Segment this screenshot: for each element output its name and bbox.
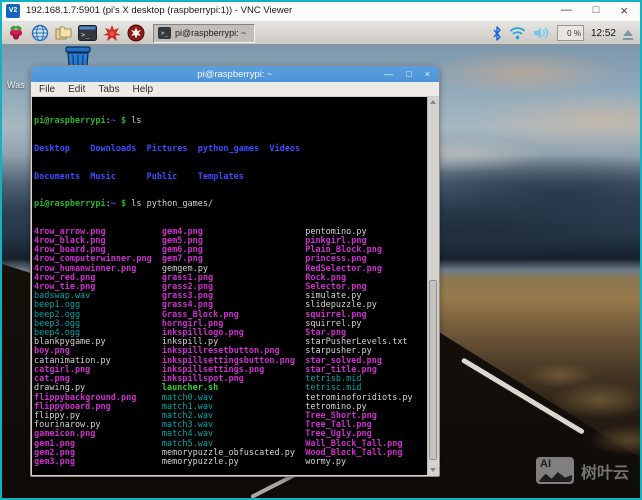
terminal-window-title: pi@raspberrypi: ~: [31, 69, 439, 80]
terminal-scrollbar[interactable]: [427, 97, 438, 475]
taskbar: >_ >_ pi@raspberrypi: ~: [0, 22, 642, 45]
file-row: gem3.pngmemorypuzzle.pywormy.py: [34, 458, 426, 467]
file-name: memorypuzzle.py: [162, 458, 305, 467]
menu-help[interactable]: Help: [132, 84, 162, 95]
web-browser-icon[interactable]: [29, 23, 50, 43]
vnc-window-title: 192.168.1.7:5901 (pi's X desktop (raspbe…: [26, 5, 292, 16]
terminal-launcher-icon[interactable]: >_: [77, 23, 98, 43]
raspberry-menu-icon[interactable]: [5, 23, 26, 43]
wastebasket-label[interactable]: Was: [7, 80, 25, 90]
desktop: Was pi@raspberrypi: ~ — □ × File Edit Ta…: [0, 45, 642, 500]
menu-edit[interactable]: Edit: [68, 84, 94, 95]
prompt-line: pi@raspberrypi:~ $ ls: [34, 117, 426, 126]
terminal-menubar: File Edit Tabs Help: [31, 82, 439, 97]
vnc-minimize-button[interactable]: —: [561, 5, 572, 16]
scrollbar-up-arrow[interactable]: [428, 97, 438, 107]
terminal-maximize-button[interactable]: □: [406, 66, 411, 82]
terminal-mini-icon: >_: [158, 27, 171, 39]
file-row: cat.pnginkspillspot.pngtetrisb.mid: [34, 375, 426, 384]
system-tray: 0 % 12:52: [492, 25, 637, 41]
file-name: wormy.py: [305, 458, 346, 467]
cpu-monitor[interactable]: 0 %: [557, 25, 584, 41]
watermark-label: 树叶云: [581, 459, 629, 483]
dir-listing-line: Desktop Downloads Pictures python_games …: [34, 145, 426, 154]
volume-icon[interactable]: [533, 26, 550, 40]
terminal-window: pi@raspberrypi: ~ — □ × File Edit Tabs H…: [30, 65, 440, 477]
mathematica-icon[interactable]: [101, 23, 122, 43]
file-row: beep2.oggGrass_Block.pngsquirrel.png: [34, 311, 426, 320]
vnc-titlebar: V2 192.168.1.7:5901 (pi's X desktop (ras…: [0, 0, 642, 22]
clock[interactable]: 12:52: [591, 28, 616, 39]
terminal-close-button[interactable]: ×: [425, 66, 430, 82]
mountain-icon: [538, 471, 572, 482]
taskbar-window-label: pi@raspberrypi: ~: [175, 28, 246, 38]
watermark: AI 树叶云: [536, 457, 629, 484]
scrollbar-down-arrow[interactable]: [428, 465, 438, 475]
eject-icon[interactable]: [623, 30, 633, 36]
prompt-line: pi@raspberrypi:~ $ ls python_games/: [34, 200, 426, 209]
wolfram-icon[interactable]: [125, 23, 146, 43]
file-name: gem3.png: [34, 458, 162, 467]
bluetooth-icon[interactable]: [492, 26, 502, 41]
file-grid: 4row_arrow.pnggem4.pngpentomino.py4row_b…: [34, 228, 426, 467]
menu-tabs[interactable]: Tabs: [98, 84, 128, 95]
terminal-titlebar[interactable]: pi@raspberrypi: ~ — □ ×: [31, 66, 439, 82]
vnc-logo-icon: V2: [6, 4, 20, 18]
taskbar-window-button[interactable]: >_ pi@raspberrypi: ~: [153, 24, 255, 43]
terminal-content[interactable]: pi@raspberrypi:~ $ ls Desktop Downloads …: [31, 97, 439, 475]
scrollbar-thumb[interactable]: [429, 280, 437, 460]
svg-text:>_: >_: [81, 31, 90, 39]
file-manager-icon[interactable]: [53, 23, 74, 43]
menu-file[interactable]: File: [39, 84, 64, 95]
file-row: 4row_tie.pnggrass2.pngSelector.png: [34, 283, 426, 292]
vnc-close-button[interactable]: ×: [620, 4, 628, 17]
terminal-minimize-button[interactable]: —: [384, 66, 393, 82]
watermark-logo-icon: AI: [536, 457, 574, 484]
terminal-text: pi@raspberrypi:~ $ ls Desktop Downloads …: [34, 99, 426, 477]
vnc-maximize-button[interactable]: □: [593, 5, 600, 16]
dir-listing-line: Documents Music Public Templates: [34, 173, 426, 182]
wifi-icon[interactable]: [509, 26, 526, 40]
vnc-viewer-window: V2 192.168.1.7:5901 (pi's X desktop (ras…: [0, 0, 642, 500]
